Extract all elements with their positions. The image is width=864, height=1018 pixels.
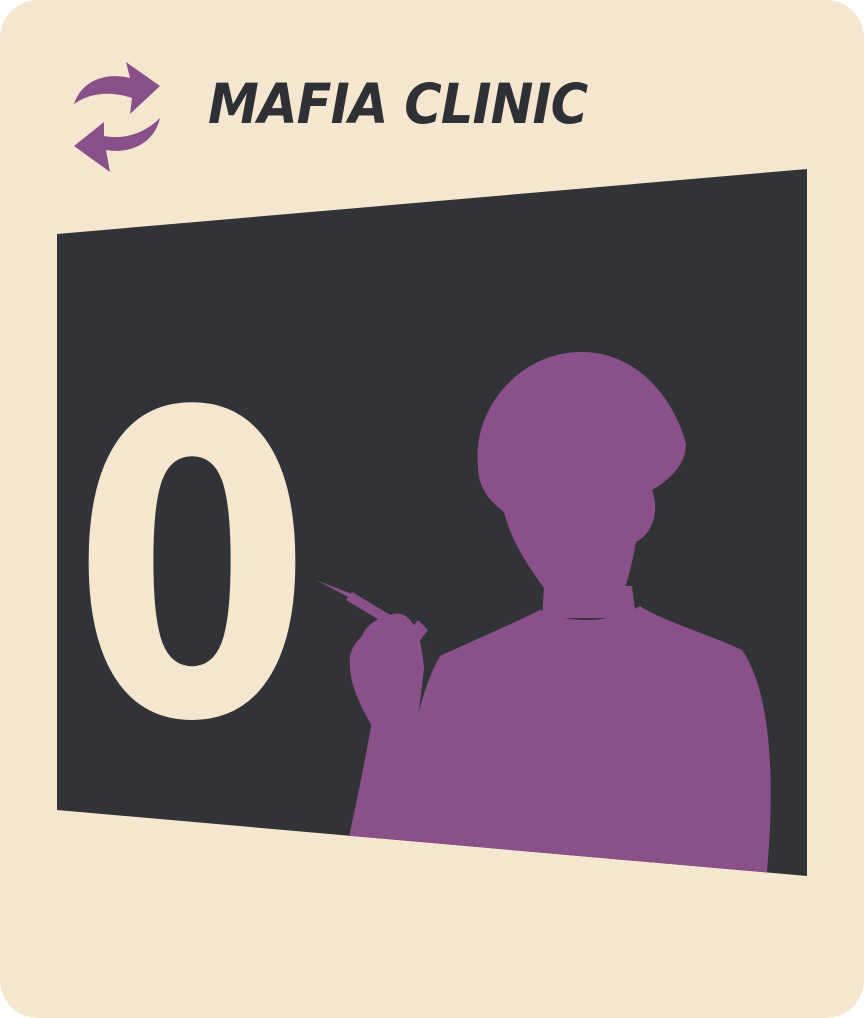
card-number: 0 bbox=[72, 325, 312, 814]
game-card[interactable]: MAFIA CLINIC 0 bbox=[0, 0, 864, 1018]
